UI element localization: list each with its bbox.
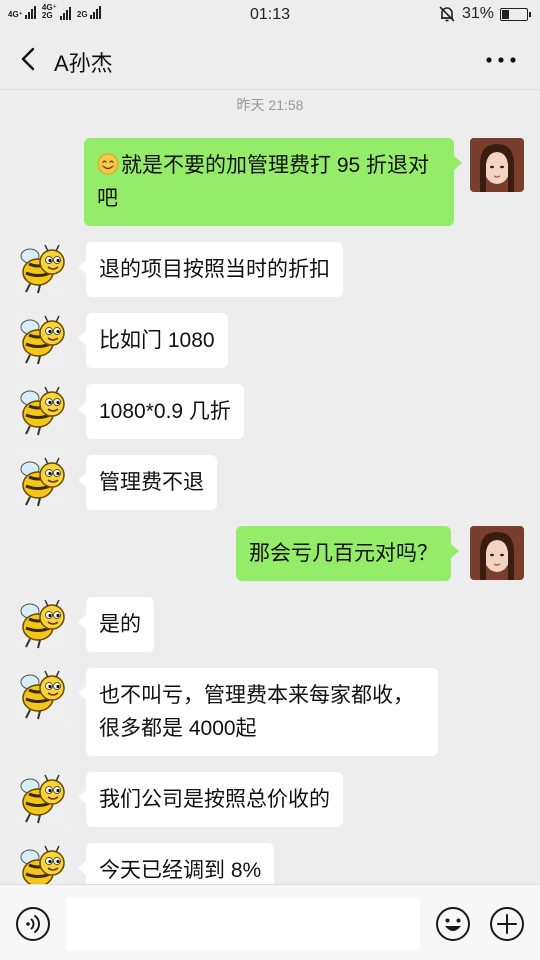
message-bubble-received[interactable]: 比如门 1080	[78, 313, 228, 368]
avatar-contact[interactable]	[16, 384, 70, 438]
message-input[interactable]	[66, 898, 420, 950]
bee-avatar-icon	[16, 384, 70, 438]
message-text: 退的项目按照当时的折扣	[99, 258, 330, 281]
bell-off-icon	[439, 6, 455, 22]
avatar-contact[interactable]	[16, 597, 70, 651]
message-text: 管理费不退	[99, 471, 204, 494]
bee-avatar-icon	[16, 668, 70, 722]
message-bubble-received[interactable]: 也不叫亏，管理费本来每家都收，很多都是 4000起	[78, 668, 438, 756]
chat-header: A孙杰	[0, 30, 540, 90]
input-bar	[0, 884, 540, 960]
message-list[interactable]: 昨天 21:58 就是不要的加管理费打 95 折退对吧 退的项目按照当时的折扣比…	[0, 91, 540, 884]
message-text: 比如门 1080	[99, 329, 215, 352]
message-text: 1080*0.9 几折	[99, 400, 231, 423]
bee-avatar-icon	[16, 843, 70, 884]
avatar-self[interactable]	[470, 138, 524, 192]
avatar-contact[interactable]	[16, 455, 70, 509]
message-timestamp: 昨天 21:58	[236, 97, 304, 113]
avatar-contact[interactable]	[16, 772, 70, 826]
battery-icon	[500, 7, 531, 21]
battery-percent: 31%	[461, 5, 494, 22]
message-bubble-sent[interactable]: 就是不要的加管理费打 95 折退对吧	[84, 138, 462, 226]
avatar-contact[interactable]	[16, 668, 70, 722]
message-text: 是的	[99, 613, 141, 636]
message-text: 那会亏几百元对吗？	[249, 542, 438, 565]
message-text: 也不叫亏，管理费本来每家都收，很多都是 4000起	[99, 684, 414, 740]
message-bubble-received[interactable]: 管理费不退	[78, 455, 217, 510]
avatar-contact[interactable]	[16, 313, 70, 367]
message-bubble-sent[interactable]: 那会亏几百元对吗？	[236, 526, 459, 581]
plus-icon[interactable]	[488, 905, 526, 943]
bee-avatar-icon	[16, 242, 70, 296]
avatar-self[interactable]	[470, 526, 524, 580]
status-bar: 4G⁺ 4G⁺ 2G 2G 01:13 31%	[0, 0, 540, 30]
message-bubble-received[interactable]: 是的	[78, 597, 154, 652]
message-text: 我们公司是按照总价收的	[99, 788, 330, 811]
message-text: 今天已经调到 8%	[99, 859, 262, 882]
message-bubble-received[interactable]: 1080*0.9 几折	[78, 384, 244, 439]
bee-avatar-icon	[16, 772, 70, 826]
avatar-contact[interactable]	[16, 843, 70, 884]
message-text: 就是不要的加管理费打 95 折退对吧	[97, 154, 430, 210]
bee-avatar-icon	[16, 597, 70, 651]
avatar-contact[interactable]	[16, 242, 70, 296]
message-bubble-received[interactable]: 今天已经调到 8%	[77, 843, 275, 884]
bee-avatar-icon	[16, 313, 70, 367]
page-title: A孙杰	[54, 51, 113, 76]
voice-icon[interactable]	[14, 905, 52, 943]
status-right: 31%	[438, 5, 531, 23]
avatar-self-icon	[470, 526, 524, 580]
chevron-left-icon[interactable]	[14, 44, 44, 74]
message-bubble-received[interactable]: 退的项目按照当时的折扣	[78, 242, 343, 297]
smile-emoji-icon	[97, 153, 119, 175]
emoji-icon[interactable]	[434, 905, 472, 943]
message-bubble-received[interactable]: 我们公司是按照总价收的	[78, 772, 343, 827]
more-dots-icon[interactable]	[484, 48, 518, 72]
bee-avatar-icon	[16, 455, 70, 509]
avatar-self-icon	[470, 138, 524, 192]
